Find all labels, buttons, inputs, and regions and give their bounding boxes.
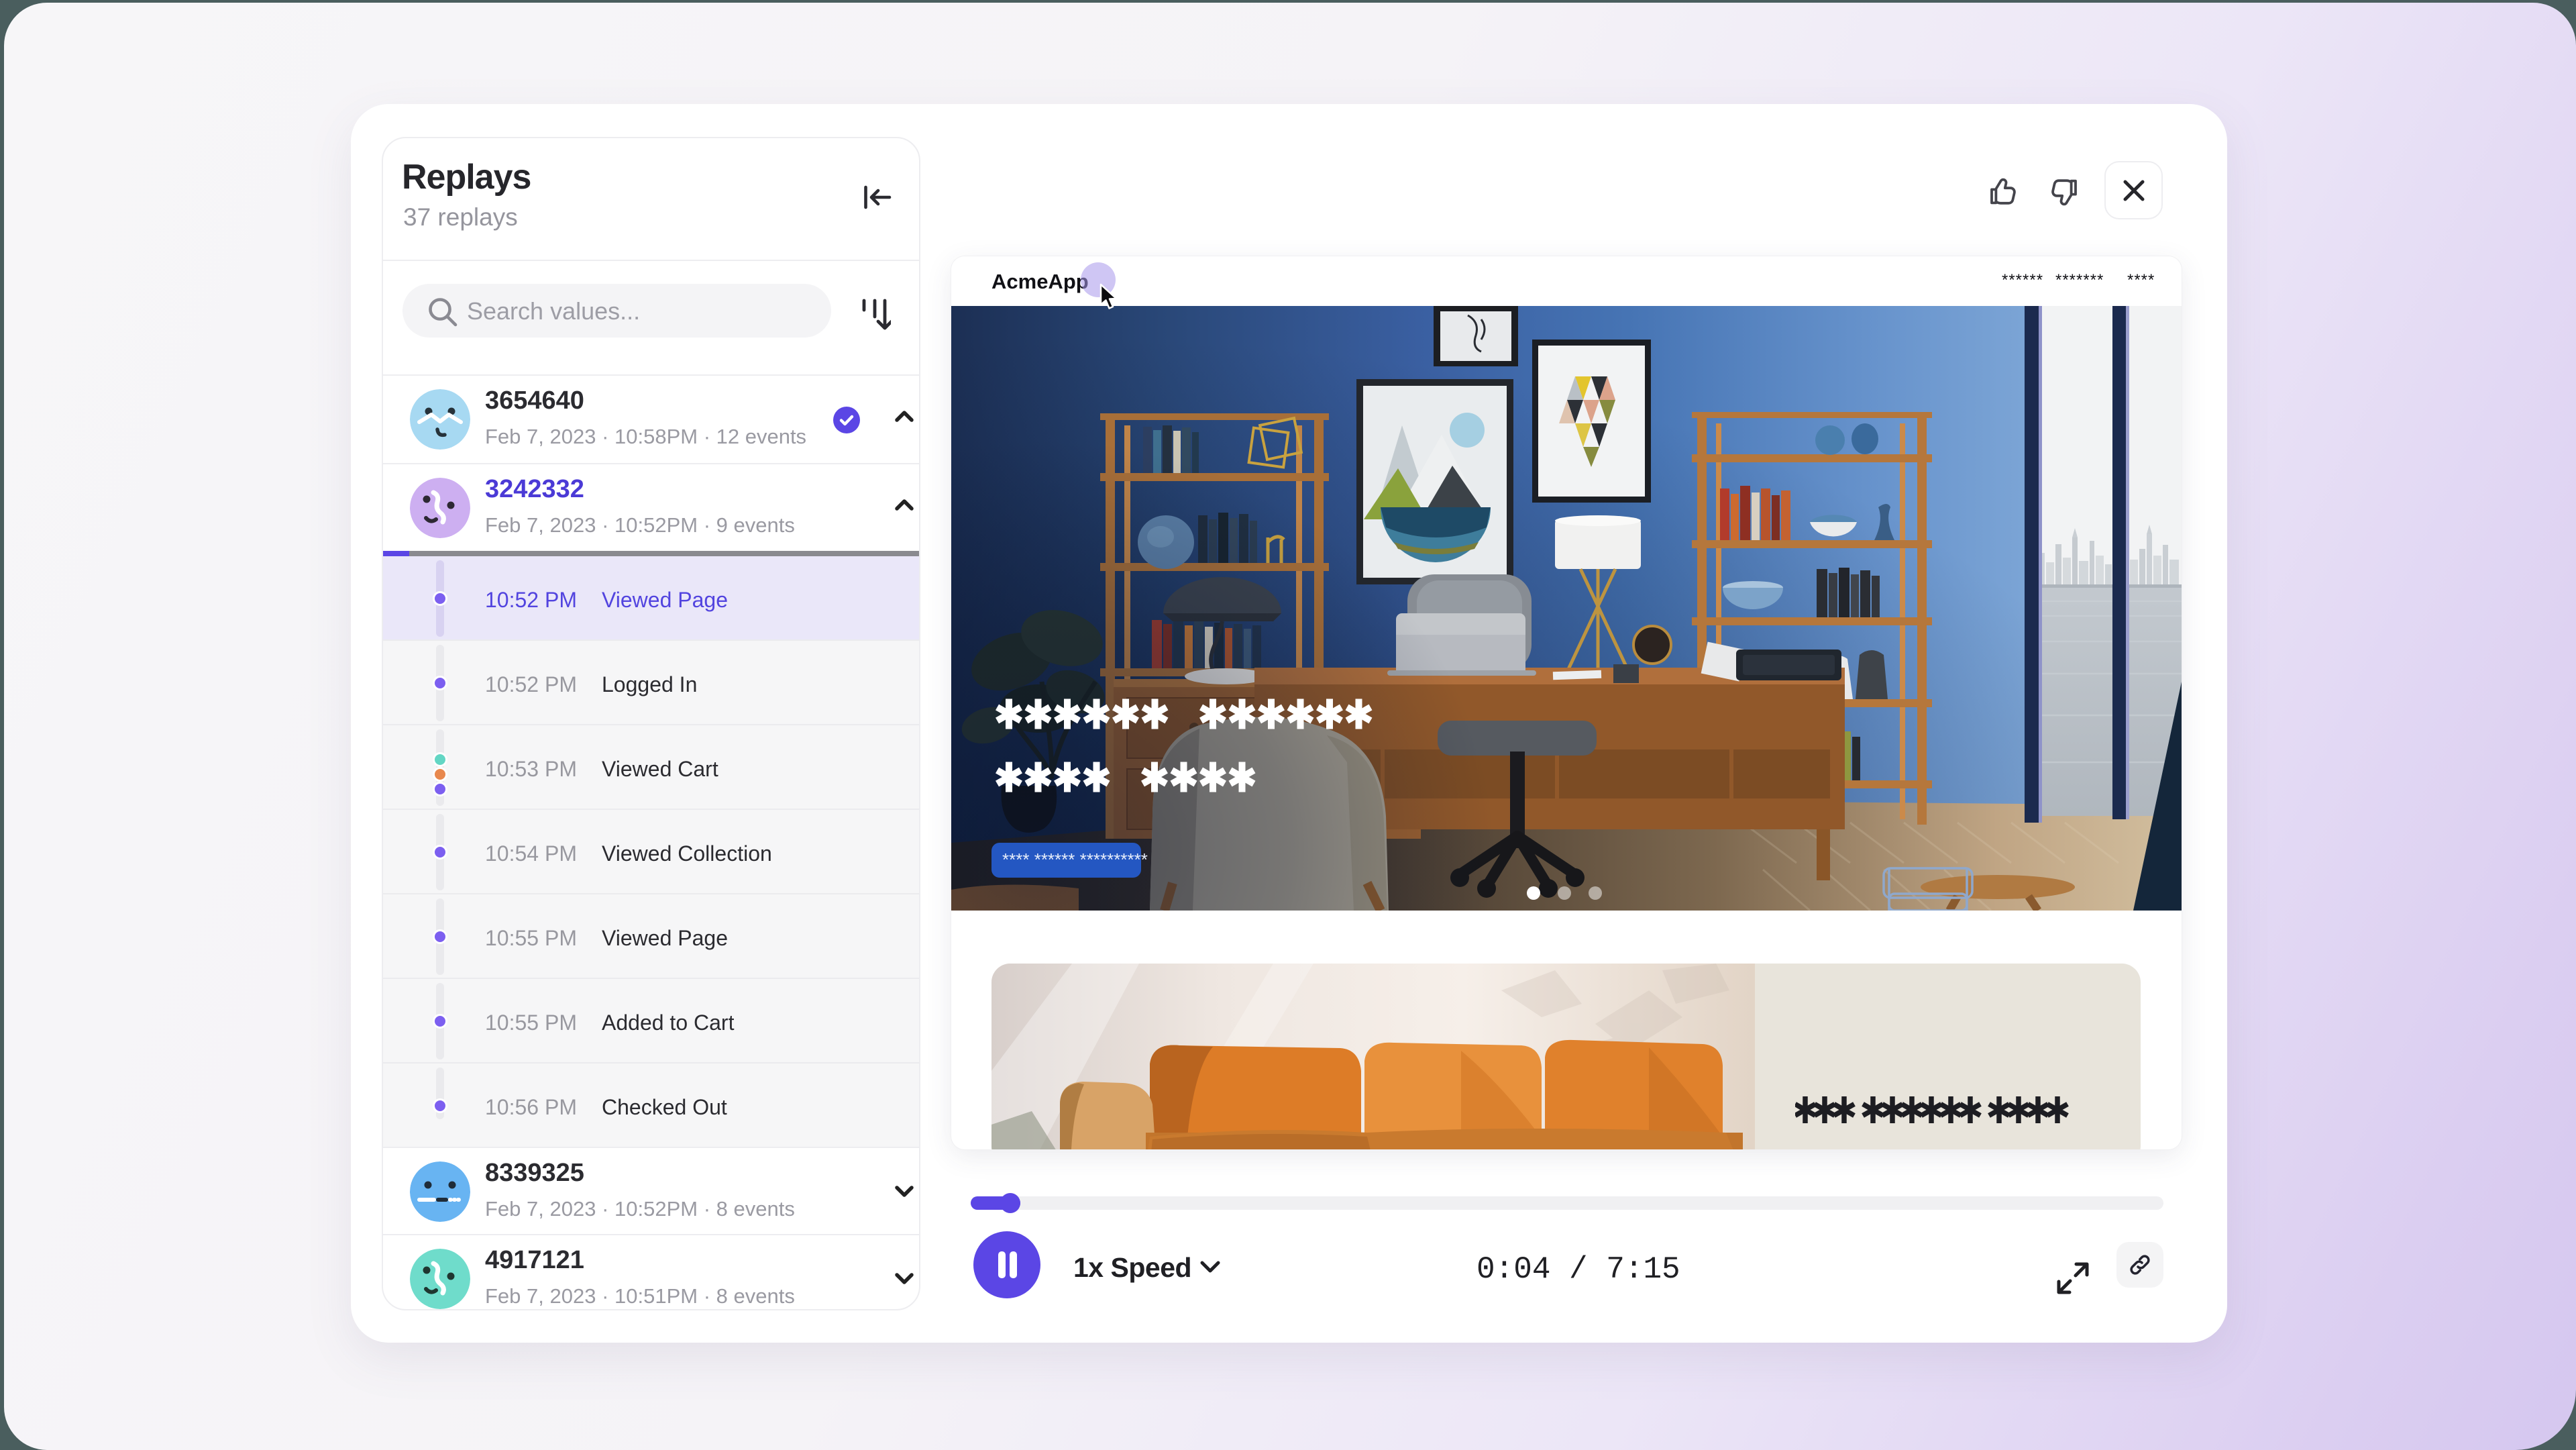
svg-text:**** ****** **********: **** ****** ********** bbox=[1002, 849, 1148, 870]
